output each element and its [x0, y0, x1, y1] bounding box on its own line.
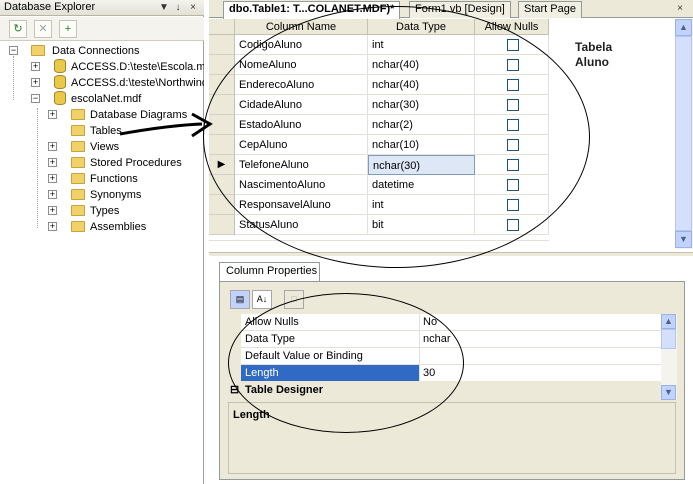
folder-icon [71, 157, 85, 168]
folder-icon [71, 189, 85, 200]
database-icon [54, 75, 66, 89]
dropdown-icon[interactable]: ▼ [158, 2, 170, 14]
scroll-thumb[interactable] [661, 329, 676, 349]
tab-start-page[interactable]: Start Page [518, 1, 582, 18]
database-icon [54, 91, 66, 105]
tree-node-functions[interactable]: Functions [90, 171, 138, 187]
expand-icon[interactable]: + [31, 78, 40, 87]
categorized-icon[interactable]: ▤ [230, 290, 250, 309]
pin-icon[interactable]: ↓ [172, 2, 184, 14]
database-explorer-panel: Database Explorer ▼ ↓ × ↻ ✕ + − Data Con… [0, 0, 204, 484]
annotation-ellipse-properties [228, 293, 464, 433]
tree-node-connection[interactable]: ACCESS.D:\teste\Escola.md [71, 59, 204, 75]
property-value[interactable]: No [419, 314, 661, 331]
tree-node-views[interactable]: Views [90, 139, 119, 155]
expand-icon[interactable]: + [48, 142, 57, 151]
scroll-thumb[interactable] [675, 36, 692, 231]
row-selector[interactable] [209, 215, 235, 235]
alphabetical-icon[interactable]: A↓ [252, 290, 272, 309]
panel-title-text: Database Explorer [4, 1, 96, 13]
panel-title: Database Explorer ▼ ↓ × [0, 0, 204, 16]
scroll-down-icon[interactable]: ▼ [675, 231, 692, 248]
folder-icon [71, 125, 85, 136]
expand-icon[interactable]: + [48, 206, 57, 215]
scroll-up-icon[interactable]: ▲ [675, 19, 692, 36]
tree-node-connection[interactable]: ACCESS.d:\teste\Northwind [71, 75, 204, 91]
tree-node-stored-procedures[interactable]: Stored Procedures [90, 155, 182, 171]
annotation-line-1: Tabela [575, 40, 613, 54]
annotation-line-2: Aluno [575, 55, 609, 69]
folder-icon [71, 109, 85, 120]
expand-icon[interactable]: + [48, 222, 57, 231]
close-tab-icon[interactable]: × [674, 3, 686, 15]
close-icon[interactable]: × [187, 2, 199, 14]
folder-icon [71, 221, 85, 232]
tree-node-synonyms[interactable]: Synonyms [90, 187, 141, 203]
row-selector[interactable] [209, 35, 235, 55]
collapse-icon[interactable]: − [9, 46, 18, 55]
properties-scrollbar[interactable]: ▲ ▼ [661, 314, 677, 400]
expand-icon[interactable]: + [48, 110, 57, 119]
tree-node-types[interactable]: Types [90, 203, 119, 219]
annotation-arrow-icon [119, 112, 213, 138]
folder-icon [71, 141, 85, 152]
tree-node-assemblies[interactable]: Assemblies [90, 219, 146, 235]
expand-icon[interactable]: + [48, 174, 57, 183]
explorer-toolbar: ↻ ✕ + [0, 17, 204, 41]
collapse-icon[interactable]: − [31, 94, 40, 103]
scroll-down-icon[interactable]: ▼ [661, 385, 676, 400]
tree-node-data-connections[interactable]: Data Connections [52, 43, 139, 59]
database-icon [54, 59, 66, 73]
tab-column-properties[interactable]: Column Properties [219, 262, 320, 281]
expand-icon[interactable]: + [48, 158, 57, 167]
expand-icon[interactable]: + [48, 190, 57, 199]
add-connection-icon[interactable]: + [59, 20, 77, 38]
table-annotation: Tabela Aluno [575, 40, 635, 70]
refresh-icon[interactable]: ↻ [9, 20, 27, 38]
delete-icon[interactable]: ✕ [34, 20, 52, 38]
annotation-ellipse-grid [203, 6, 590, 268]
expand-icon[interactable]: + [31, 62, 40, 71]
grid-vertical-scrollbar[interactable]: ▲ ▼ [675, 19, 693, 249]
folder-icon [31, 45, 45, 56]
scroll-up-icon[interactable]: ▲ [661, 314, 676, 329]
folder-icon [71, 205, 85, 216]
tree-node-escolanet[interactable]: escolaNet.mdf [71, 91, 141, 107]
row-selector-header [209, 19, 235, 35]
folder-icon [71, 173, 85, 184]
